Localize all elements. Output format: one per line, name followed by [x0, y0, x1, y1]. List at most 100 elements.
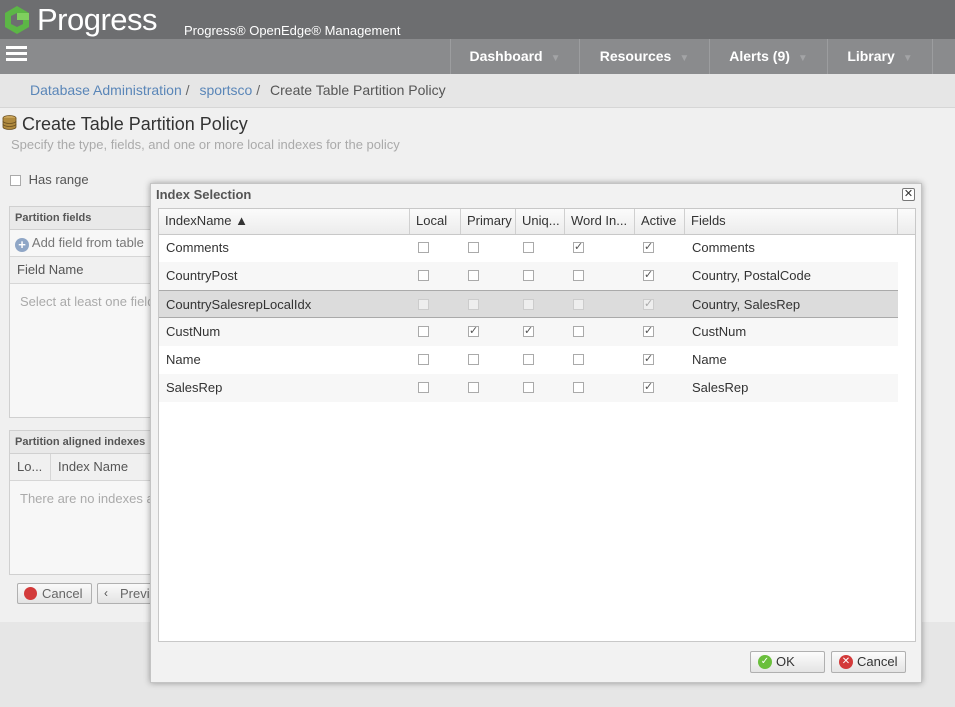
- menu-icon[interactable]: [6, 46, 28, 66]
- local-checkbox[interactable]: [418, 270, 429, 281]
- page-title: Create Table Partition Policy: [22, 114, 248, 134]
- column-header-local[interactable]: Local: [410, 209, 461, 234]
- page-subtitle: Specify the type, fields, and one or mor…: [11, 137, 400, 152]
- close-icon[interactable]: ✕: [902, 188, 915, 201]
- nav-alerts[interactable]: Alerts (9) ▼: [709, 39, 827, 74]
- unique-checkbox[interactable]: [523, 242, 534, 253]
- word-index-checkbox[interactable]: [573, 299, 584, 310]
- index-name-cell: SalesRep: [166, 380, 223, 395]
- nav-library[interactable]: Library ▼: [827, 39, 933, 74]
- partition-fields-empty-text: Select at least one field: [20, 294, 155, 309]
- chevron-down-icon: ▼: [679, 53, 690, 64]
- word-index-checkbox[interactable]: [573, 270, 584, 281]
- chevron-left-icon: ‹: [104, 586, 108, 600]
- local-checkbox[interactable]: [418, 354, 429, 365]
- table-row[interactable]: SalesRep SalesRep: [159, 374, 898, 402]
- primary-checkbox[interactable]: [468, 299, 479, 310]
- add-icon: +: [15, 238, 29, 252]
- column-header-unique[interactable]: Uniq...: [516, 209, 565, 234]
- aligned-indexes-panel: Partition aligned indexes Lo... Index Na…: [9, 430, 159, 575]
- primary-checkbox[interactable]: [468, 382, 479, 393]
- fields-cell: CustNum: [692, 324, 747, 339]
- nav-resources[interactable]: Resources ▼: [579, 39, 709, 74]
- partition-fields-header: Partition fields: [10, 207, 158, 230]
- dialog-cancel-button[interactable]: ✕ Cancel: [831, 651, 906, 673]
- local-checkbox[interactable]: [418, 299, 429, 310]
- active-checkbox[interactable]: [643, 324, 654, 337]
- active-checkbox[interactable]: [643, 268, 654, 281]
- active-checkbox[interactable]: [643, 380, 654, 393]
- app-title: Progress® OpenEdge® Management: [184, 23, 401, 38]
- has-range-label: Has range: [28, 172, 89, 187]
- breadcrumb-separator: /: [256, 82, 261, 98]
- column-header-active[interactable]: Active: [635, 209, 685, 234]
- cancel-icon: ✕: [839, 655, 853, 669]
- table-row[interactable]: CustNum CustNum: [159, 318, 898, 346]
- chevron-down-icon: ▼: [797, 53, 808, 64]
- chevron-down-icon: ▼: [550, 53, 561, 64]
- dialog-cancel-label: Cancel: [857, 654, 898, 669]
- nav-library-label: Library: [847, 48, 895, 64]
- table-row[interactable]: CountrySalesrepLocalIdx Country, SalesRep: [159, 290, 898, 318]
- active-checkbox[interactable]: [643, 240, 654, 253]
- local-checkbox[interactable]: [418, 382, 429, 393]
- active-checkbox[interactable]: [643, 297, 654, 310]
- fields-cell: Country, SalesRep: [692, 297, 801, 312]
- index-name-cell: CustNum: [166, 324, 221, 339]
- breadcrumb: Database Administration / sportsco / Cre…: [0, 74, 955, 106]
- unique-checkbox[interactable]: [523, 382, 534, 393]
- index-grid: IndexName ▲ Local Primary Uniq... Word I…: [158, 208, 916, 642]
- ok-button[interactable]: ✓ OK: [750, 651, 825, 673]
- brand-name: Progress: [37, 2, 158, 37]
- word-index-checkbox[interactable]: [573, 326, 584, 337]
- fields-cell: Country, PostalCode: [692, 268, 811, 283]
- column-header-index-name[interactable]: IndexName ▲: [159, 209, 410, 234]
- primary-checkbox[interactable]: [468, 270, 479, 281]
- fields-cell: Name: [692, 352, 727, 367]
- unique-checkbox[interactable]: [523, 270, 534, 281]
- table-row[interactable]: Comments Comments: [159, 234, 898, 262]
- chevron-down-icon: ▼: [902, 53, 913, 64]
- local-checkbox[interactable]: [418, 242, 429, 253]
- column-header-word-index[interactable]: Word In...: [565, 209, 635, 234]
- column-header-primary[interactable]: Primary: [461, 209, 516, 234]
- fields-cell: Comments: [692, 240, 755, 255]
- has-range-checkbox[interactable]: [10, 175, 21, 187]
- field-name-column-header[interactable]: Field Name: [10, 256, 158, 284]
- database-icon: [2, 115, 17, 130]
- primary-checkbox[interactable]: [468, 354, 479, 365]
- word-index-checkbox[interactable]: [573, 354, 584, 365]
- column-header-fields[interactable]: Fields: [685, 209, 898, 234]
- grid-header: IndexName ▲ Local Primary Uniq... Word I…: [159, 209, 915, 235]
- has-range-option[interactable]: Has range: [10, 172, 89, 187]
- primary-checkbox[interactable]: [468, 324, 479, 337]
- nav-alerts-label: Alerts (9): [729, 48, 790, 64]
- local-column-header[interactable]: Lo...: [17, 459, 42, 474]
- index-name-column-header[interactable]: Index Name: [50, 454, 128, 480]
- page-cancel-label: Cancel: [42, 586, 83, 601]
- nav-dashboard[interactable]: Dashboard ▼: [450, 39, 579, 74]
- unique-checkbox[interactable]: [523, 299, 534, 310]
- table-row[interactable]: CountryPost Country, PostalCode: [159, 262, 898, 290]
- table-row[interactable]: Name Name: [159, 346, 898, 374]
- breadcrumb-database-administration[interactable]: Database Administration: [30, 82, 182, 98]
- nav-dashboard-label: Dashboard: [469, 48, 543, 64]
- primary-checkbox[interactable]: [468, 242, 479, 253]
- unique-checkbox[interactable]: [523, 324, 534, 337]
- add-field-button[interactable]: + Add field from table: [10, 230, 158, 256]
- index-name-cell: Name: [166, 352, 201, 367]
- local-checkbox[interactable]: [418, 326, 429, 337]
- aligned-indexes-empty-text: There are no indexes a: [20, 491, 154, 506]
- add-field-label: Add field from table: [31, 235, 144, 250]
- word-index-checkbox[interactable]: [573, 240, 584, 253]
- index-name-cell: CountrySalesrepLocalIdx: [166, 297, 312, 312]
- active-checkbox[interactable]: [643, 352, 654, 365]
- breadcrumb-sportsco[interactable]: sportsco: [199, 82, 252, 98]
- breadcrumb-separator: /: [185, 82, 190, 98]
- breadcrumb-current: Create Table Partition Policy: [270, 82, 446, 98]
- previous-button[interactable]: ‹ Previ: [97, 583, 157, 604]
- unique-checkbox[interactable]: [523, 354, 534, 365]
- aligned-indexes-column-header: Lo... Index Name: [10, 454, 158, 481]
- word-index-checkbox[interactable]: [573, 382, 584, 393]
- page-cancel-button[interactable]: Cancel: [17, 583, 92, 604]
